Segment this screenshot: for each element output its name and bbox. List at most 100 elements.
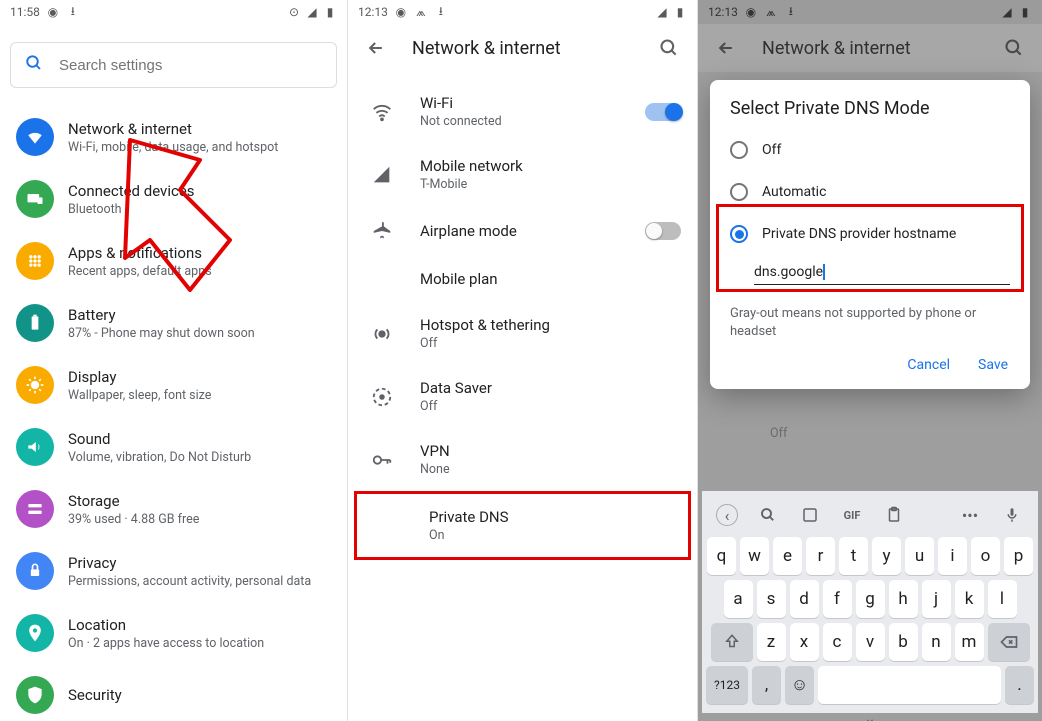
status-bar: 12:13 ◉ ⩕ ⭳ ◢ ▮ [698,0,1042,24]
download-icon: ⭳ [434,5,448,19]
bg-item: Off [698,410,1042,455]
search-input[interactable] [59,57,322,74]
key-period[interactable]: . [1005,666,1034,704]
key-emoji[interactable]: ☺ [785,666,814,704]
download-icon: ⭳ [784,5,798,19]
key-x[interactable]: x [790,623,819,661]
on-screen-keyboard: ‹ GIF ••• q w e r t y u i o p a s d f g [702,491,1038,713]
key-n[interactable]: n [922,623,951,661]
key-b[interactable]: b [889,623,918,661]
network-item-datasaver[interactable]: Data Saver Off [348,365,697,428]
key-i[interactable]: i [938,537,967,575]
apps-icon [16,242,54,280]
key-q[interactable]: q [707,537,736,575]
kb-back-icon[interactable]: ‹ [716,504,738,526]
key-shift[interactable] [711,623,753,661]
key-space[interactable] [818,666,1001,704]
settings-item-location[interactable]: Location On · 2 apps have access to loca… [8,602,339,664]
network-item-vpn[interactable]: VPN None [348,428,697,491]
key-l[interactable]: l [988,580,1017,618]
settings-item-battery[interactable]: Battery 87% - Phone may shut down soon [8,292,339,354]
search-settings-box[interactable] [10,42,337,88]
dialog-actions: Cancel Save [710,349,1030,379]
kb-search-icon[interactable] [756,503,780,527]
key-k[interactable]: k [955,580,984,618]
page-title: Network & internet [762,38,998,59]
network-item-hotspot[interactable]: Hotspot & tethering Off [348,302,697,365]
network-item-airplane[interactable]: Airplane mode [348,206,697,256]
private-dns-dialog-panel: 12:13 ◉ ⩕ ⭳ ◢ ▮ Network & internet Off S… [697,0,1042,721]
network-internet-panel: 12:13 ◉ ⩕ ⭳ ◢ ▮ Network & internet Wi-Fi… [347,0,697,721]
private-dns-dialog: Select Private DNS Mode Off Automatic Pr… [710,80,1030,389]
key-g[interactable]: g [856,580,885,618]
key-f[interactable]: f [823,580,852,618]
settings-item-apps[interactable]: Apps & notifications Recent apps, defaul… [8,230,339,292]
key-e[interactable]: e [773,537,802,575]
settings-item-privacy[interactable]: Privacy Permissions, account activity, p… [8,540,339,602]
key-t[interactable]: t [839,537,868,575]
network-item-wifi[interactable]: Wi-Fi Not connected [348,80,697,143]
search-icon [25,54,43,76]
security-icon [16,676,54,714]
key-a[interactable]: a [724,580,753,618]
radio-option-off[interactable]: Off [710,129,1030,171]
key-u[interactable]: u [905,537,934,575]
key-y[interactable]: y [872,537,901,575]
kb-mic-icon[interactable] [1000,503,1024,527]
status-bar: 11:58 ◉ ⭳ ⊙ ◢ ▮ [0,0,347,24]
settings-list: Network & internet Wi-Fi, mobile, data u… [0,106,347,714]
key-numeric[interactable]: ?123 [706,666,748,704]
search-button [998,32,1030,64]
kb-more-icon[interactable]: ••• [958,503,982,527]
wifi-status-icon: ⩕ [764,5,778,19]
key-h[interactable]: h [889,580,918,618]
dns-hostname-input[interactable]: dns.google [754,264,824,280]
radio-option-automatic[interactable]: Automatic [710,171,1030,213]
search-button[interactable] [653,32,685,64]
key-j[interactable]: j [922,580,951,618]
radio-icon [730,141,748,159]
key-m[interactable]: m [955,623,984,661]
signal-icon: ◢ [305,5,319,19]
kb-clipboard-icon[interactable] [882,503,906,527]
airplane-toggle[interactable] [645,222,681,240]
status-bar: 12:13 ◉ ⩕ ⭳ ◢ ▮ [348,0,697,24]
key-w[interactable]: w [740,537,769,575]
network-item-mobile-plan[interactable]: Mobile plan [348,256,697,302]
network-item-mobile[interactable]: Mobile network T-Mobile [348,143,697,206]
radio-option-hostname[interactable]: Private DNS provider hostname [710,213,1030,255]
kb-sticker-icon[interactable] [798,503,822,527]
key-z[interactable]: z [757,623,786,661]
back-button[interactable] [360,32,392,64]
settings-item-network[interactable]: Network & internet Wi-Fi, mobile, data u… [8,106,339,168]
network-item-private-dns[interactable]: Private DNS On [354,491,691,560]
key-c[interactable]: c [823,623,852,661]
wifi-toggle[interactable] [645,103,681,121]
devices-icon [16,180,54,218]
key-r[interactable]: r [806,537,835,575]
keyboard-row-3: z x c v b n m [706,623,1034,661]
keyboard-collapse-icon[interactable]: ⌄ [864,711,876,721]
save-button[interactable]: Save [978,357,1008,373]
key-backspace[interactable] [988,623,1030,661]
spotify-icon: ◉ [394,5,408,19]
settings-item-display[interactable]: Display Wallpaper, sleep, font size [8,354,339,416]
cancel-button[interactable]: Cancel [907,357,950,373]
item-subtitle: Wi-Fi, mobile, data usage, and hotspot [68,140,331,155]
kb-gif-icon[interactable]: GIF [840,503,864,527]
key-comma[interactable]: , [752,666,781,704]
app-bar: Network & internet [348,24,697,72]
settings-item-sound[interactable]: Sound Volume, vibration, Do Not Disturb [8,416,339,478]
signal-icon: ◢ [655,5,669,19]
battery-icon: ▮ [1018,5,1032,19]
key-p[interactable]: p [1004,537,1033,575]
signal-icon [364,164,400,186]
settings-item-connected-devices[interactable]: Connected devices Bluetooth [8,168,339,230]
key-o[interactable]: o [971,537,1000,575]
key-v[interactable]: v [856,623,885,661]
key-s[interactable]: s [757,580,786,618]
settings-item-security[interactable]: Security [8,664,339,714]
key-d[interactable]: d [790,580,819,618]
settings-item-storage[interactable]: Storage 39% used · 4.88 GB free [8,478,339,540]
clock: 12:13 [708,5,738,19]
